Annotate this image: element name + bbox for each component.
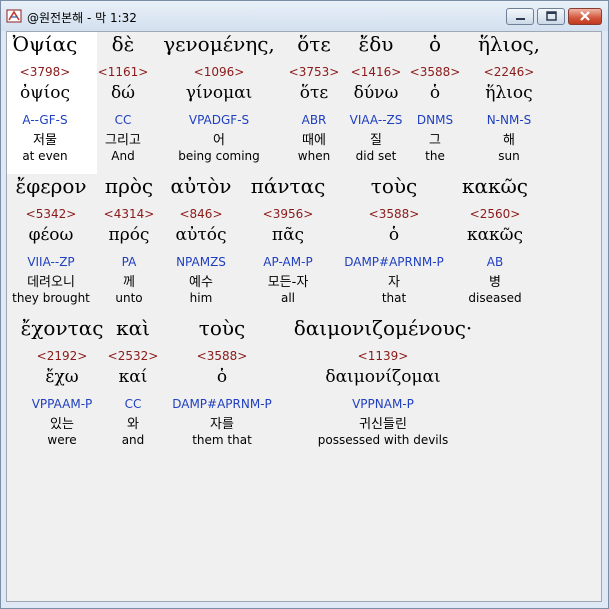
maximize-button[interactable] — [537, 8, 565, 25]
minimize-icon — [516, 18, 525, 20]
parsing-code: AP-AM-P — [263, 255, 313, 269]
window-title: @원전본해 - 막 1:32 — [27, 11, 137, 25]
minimize-button[interactable] — [506, 8, 534, 25]
strong-number: <2246> — [483, 65, 535, 79]
english-gloss: possessed with devils — [317, 433, 449, 447]
lemma: δαιμονίζομαι — [325, 367, 441, 387]
english-gloss: them that — [192, 433, 252, 447]
close-button[interactable] — [568, 8, 602, 25]
lemma: ὁ — [216, 367, 228, 387]
title-bar[interactable]: @원전본해 - 막 1:32 — [1, 1, 608, 31]
app-book-icon — [6, 9, 22, 23]
korean-gloss: 귀신들린 — [359, 417, 407, 432]
greek-word: πάντας — [250, 174, 326, 198]
greek-word: δαιμονιζομένους· — [293, 316, 473, 340]
parsing-code: AB — [486, 255, 504, 269]
interlinear-panel[interactable]: Ὀψίας <3798> ὀψίος A--GF-S 저물 at even δὲ… — [6, 31, 602, 602]
app-window: @원전본해 - 막 1:32 Ὀψίας <3798> ὀψίος A--GF-… — [0, 0, 609, 609]
parsing-code: N-NM-S — [486, 113, 532, 127]
english-gloss: all — [280, 291, 296, 305]
maximize-icon — [546, 11, 557, 21]
english-gloss: diseased — [468, 291, 522, 305]
parsing-code: VPPNAM-P — [352, 397, 414, 411]
korean-gloss: 모든-자 — [267, 275, 309, 290]
english-gloss: sun — [498, 149, 520, 163]
greek-word: τοὺς — [198, 316, 246, 340]
greek-word: κακῶς — [461, 174, 528, 198]
strong-number: <1139> — [357, 349, 409, 363]
strong-number: <3588> — [196, 349, 248, 363]
lemma: ἥλιος — [485, 83, 533, 103]
lemma: κακῶς — [466, 225, 524, 245]
korean-gloss: 자를 — [210, 417, 234, 432]
parsing-code: DAMP#APRNM-P — [172, 397, 272, 411]
strong-number: <2560> — [469, 207, 521, 221]
korean-gloss: 병 — [489, 275, 501, 290]
korean-gloss: 해 — [503, 133, 515, 148]
greek-word: ἥλιος, — [477, 32, 541, 56]
close-icon — [580, 11, 590, 21]
lemma: πᾶς — [271, 225, 305, 245]
strong-number: <3956> — [262, 207, 314, 221]
